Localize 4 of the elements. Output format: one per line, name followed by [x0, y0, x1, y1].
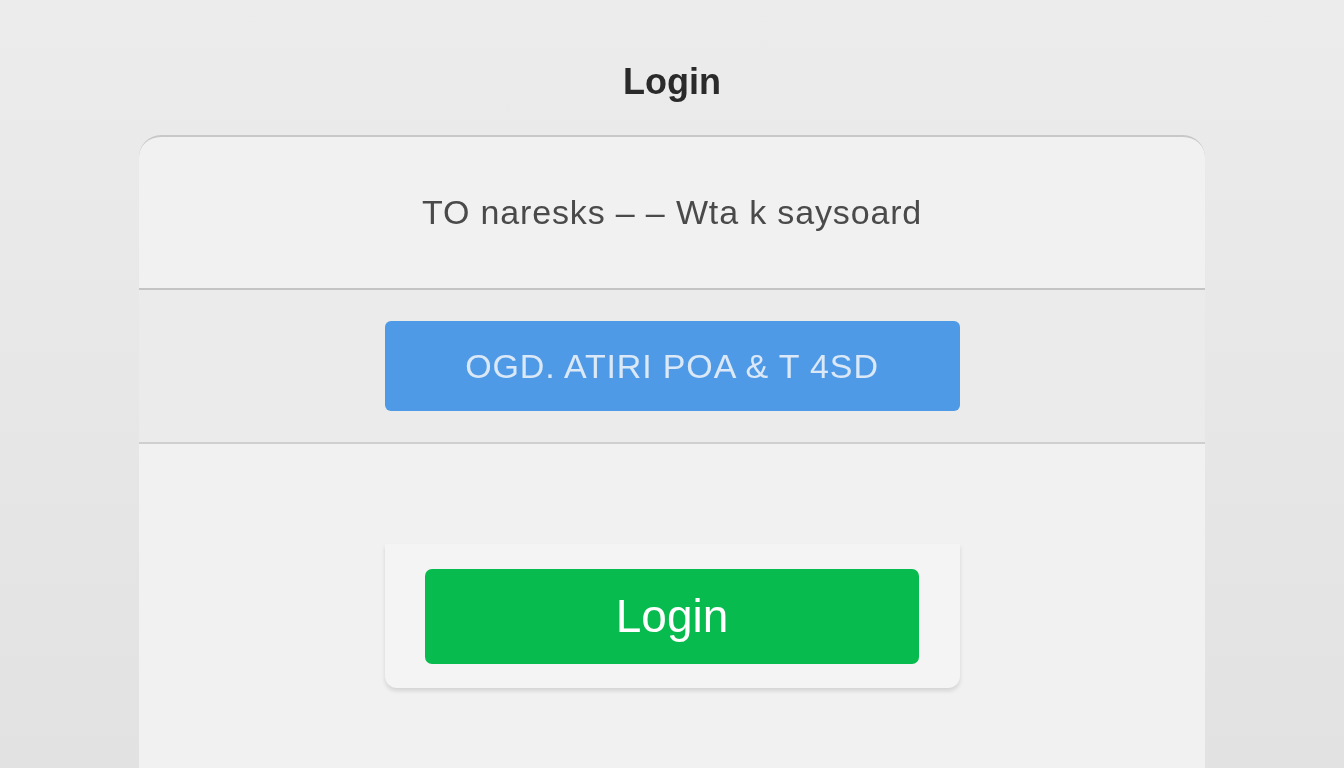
page-title: Login [623, 62, 721, 102]
login-button[interactable]: Login [425, 569, 919, 664]
instruction-text: TO naresks – – Wta k saysoard [421, 192, 923, 233]
secondary-button[interactable]: OGD. ATIRI POA & T 4SD [384, 321, 960, 411]
